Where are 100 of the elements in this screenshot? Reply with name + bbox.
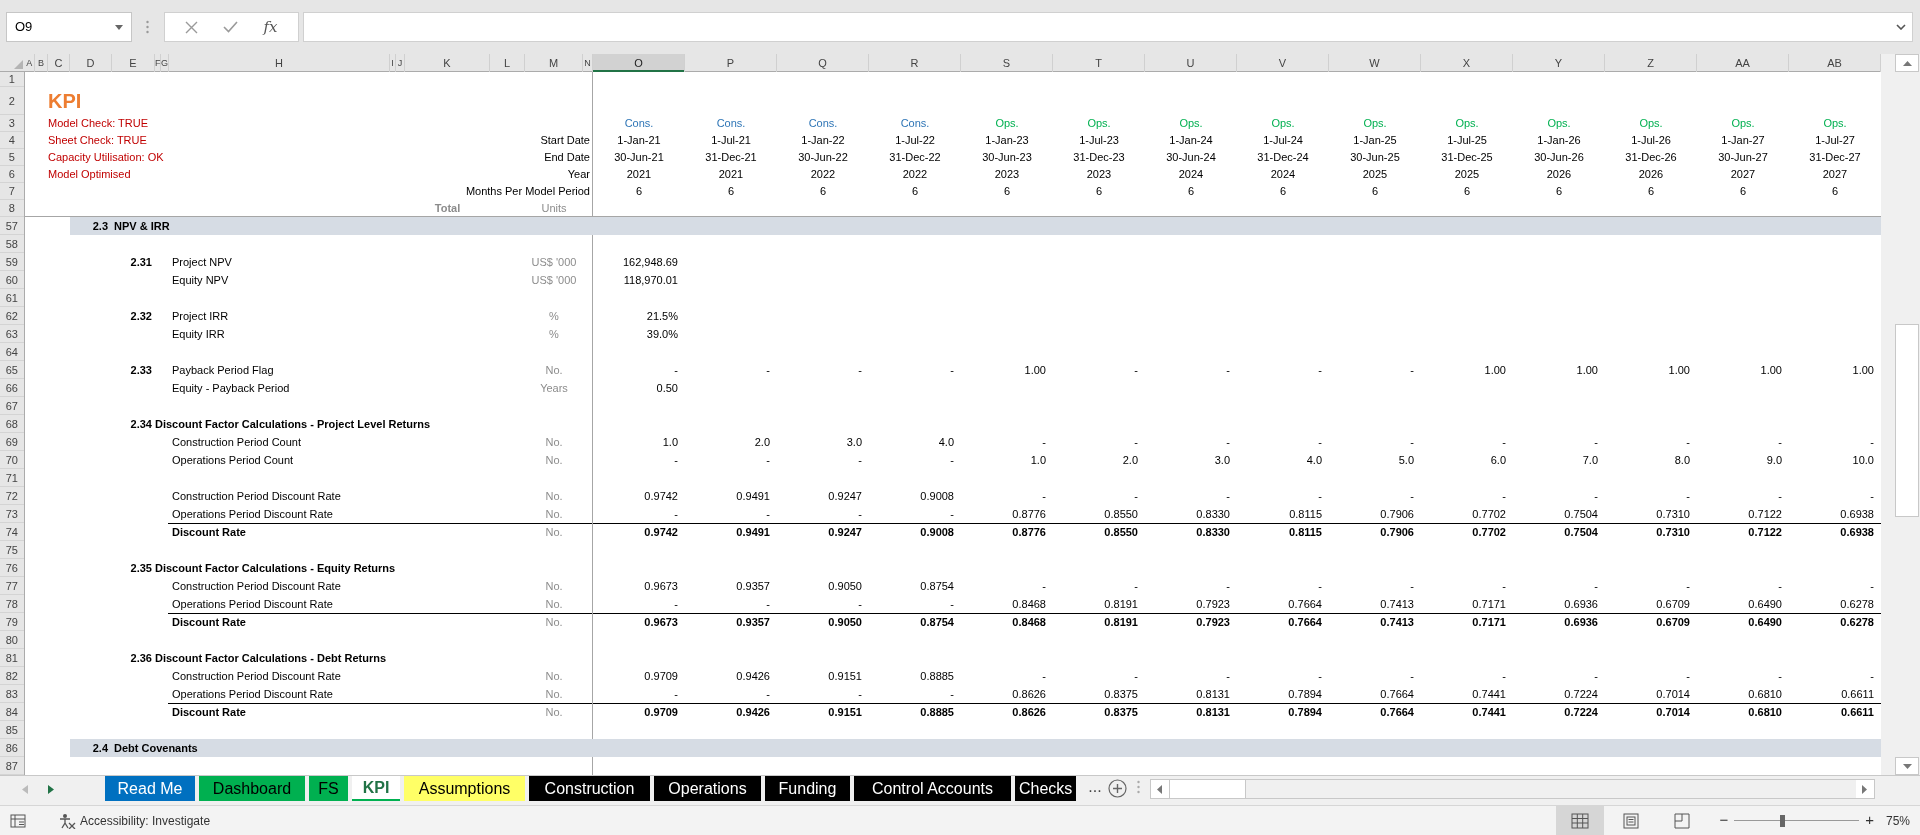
row-header[interactable]: 75 [0,541,25,559]
row-header[interactable]: 70 [0,451,25,469]
row-header[interactable]: 4 [0,132,25,149]
row-header[interactable]: 68 [0,415,25,433]
scroll-thumb[interactable] [1168,780,1246,798]
scroll-up-button[interactable] [1895,54,1919,72]
value-cell-text: - [949,687,955,702]
row-header[interactable]: 66 [0,379,25,397]
sheet-tab[interactable]: Assumptions [404,776,525,801]
row-header[interactable]: 2 [0,87,25,115]
grip-icon [1136,780,1140,794]
period-cell-text: 31-Dec-27 [1808,150,1862,165]
row-header[interactable]: 74 [0,523,25,541]
sheet-tab[interactable]: Control Accounts [854,776,1011,801]
row-header[interactable]: 1 [0,72,25,87]
zoom-out-button[interactable]: − [1719,809,1729,832]
row-header[interactable]: 85 [0,721,25,739]
accessibility-status[interactable]: Accessibility: Investigate [80,811,211,830]
value-cell-text: 0.8885 [919,705,955,720]
insert-function-button[interactable]: fx [263,15,278,39]
expand-chevron-icon[interactable] [1896,24,1906,30]
row-header[interactable]: 69 [0,433,25,451]
value-cell-text: - [1317,669,1323,684]
sheet-title: KPI [48,89,83,114]
row-header[interactable]: 86 [0,739,25,757]
zoom-in-button[interactable]: + [1865,809,1874,832]
row-header[interactable]: 79 [0,613,25,631]
row-header[interactable]: 72 [0,487,25,505]
zoom-level[interactable]: 75% [1885,811,1910,830]
view-button[interactable] [1556,806,1605,835]
phase-label: Ops. [994,116,1020,131]
sheet-tab[interactable]: Construction [529,776,650,801]
next-sheet-icon[interactable] [48,784,54,794]
sheet-tab[interactable]: FS [309,776,348,801]
row-header[interactable]: 82 [0,667,25,685]
row-header[interactable]: 7 [0,183,25,200]
row-header[interactable]: 73 [0,505,25,523]
row-header[interactable]: 67 [0,397,25,415]
row-header[interactable]: 65 [0,361,25,379]
unit-label: % [548,327,560,342]
value-cell-text: 1.0 [1029,453,1047,468]
row-header[interactable]: 59 [0,253,25,271]
value-cell-text: 0.8468 [1011,615,1047,630]
group-title: Discount Factor Calculations - Project Level Returns [155,417,432,432]
more-sheets-button[interactable]: ... [1088,776,1102,798]
scroll-down-button[interactable] [1895,757,1919,775]
row-header[interactable]: 3 [0,115,25,132]
row-header[interactable]: 76 [0,559,25,577]
line-label: Construction Period Count [171,435,302,450]
sheet-tab[interactable]: KPI [352,776,400,801]
row-header[interactable]: 83 [0,685,25,703]
scroll-left-button[interactable] [1150,780,1169,798]
row-header[interactable]: 8 [0,200,25,217]
sheet-tab[interactable]: Dashboard [199,776,305,801]
row-header[interactable]: 60 [0,271,25,289]
close-icon[interactable] [185,20,199,34]
row-header[interactable]: 81 [0,649,25,667]
zoom-slider[interactable] [1734,814,1860,827]
grip-icon [146,20,149,34]
phase-label: Ops. [1362,116,1388,131]
value-cell-text: 0.6938 [1839,507,1875,522]
row-header[interactable]: 84 [0,703,25,721]
row-header[interactable]: 63 [0,325,25,343]
right-arrow-icon [1862,784,1868,794]
row-header[interactable]: 80 [0,631,25,649]
row-header[interactable]: 77 [0,577,25,595]
formula-input[interactable] [303,12,1913,42]
sheet-tab[interactable]: Checks [1015,776,1077,801]
value-cell-text: - [1501,579,1507,594]
row-header[interactable]: 5 [0,149,25,166]
row-header[interactable]: 6 [0,166,25,183]
sheet-tab[interactable]: Read Me [105,776,195,801]
horizontal-scrollbar[interactable] [1149,779,1875,799]
period-cell-text: 30-Jun-22 [797,150,849,165]
check-icon[interactable] [223,21,239,33]
add-sheet-icon[interactable] [1107,779,1127,798]
scroll-right-button[interactable] [1855,780,1874,798]
column-header[interactable]: O [593,54,685,72]
name-box[interactable]: O9 [6,12,132,42]
units-header: Units [540,201,568,216]
row-header[interactable]: 87 [0,757,25,775]
value-cell-text: 3.0 [845,435,863,450]
row-header[interactable]: 71 [0,469,25,487]
sheet-tab[interactable]: Funding [765,776,850,801]
row-header[interactable]: 61 [0,289,25,307]
dropdown-caret-icon[interactable] [115,24,123,30]
row-header[interactable]: 62 [0,307,25,325]
check-status: Model Optimised [48,167,132,182]
value-cell-text: - [1869,579,1875,594]
row-header[interactable]: 57 [0,217,25,235]
accessibility-icon[interactable] [58,812,76,829]
zoom-slider-thumb[interactable] [1780,814,1786,827]
scroll-thumb[interactable] [1895,324,1919,517]
row-header[interactable]: 78 [0,595,25,613]
value-cell-text: - [1041,669,1047,684]
row-header[interactable]: 58 [0,235,25,253]
row-header[interactable]: 64 [0,343,25,361]
sheet-status-icon[interactable] [10,813,26,828]
line-label: Construction Period Discount Rate [171,489,342,504]
sheet-tab[interactable]: Operations [654,776,761,801]
